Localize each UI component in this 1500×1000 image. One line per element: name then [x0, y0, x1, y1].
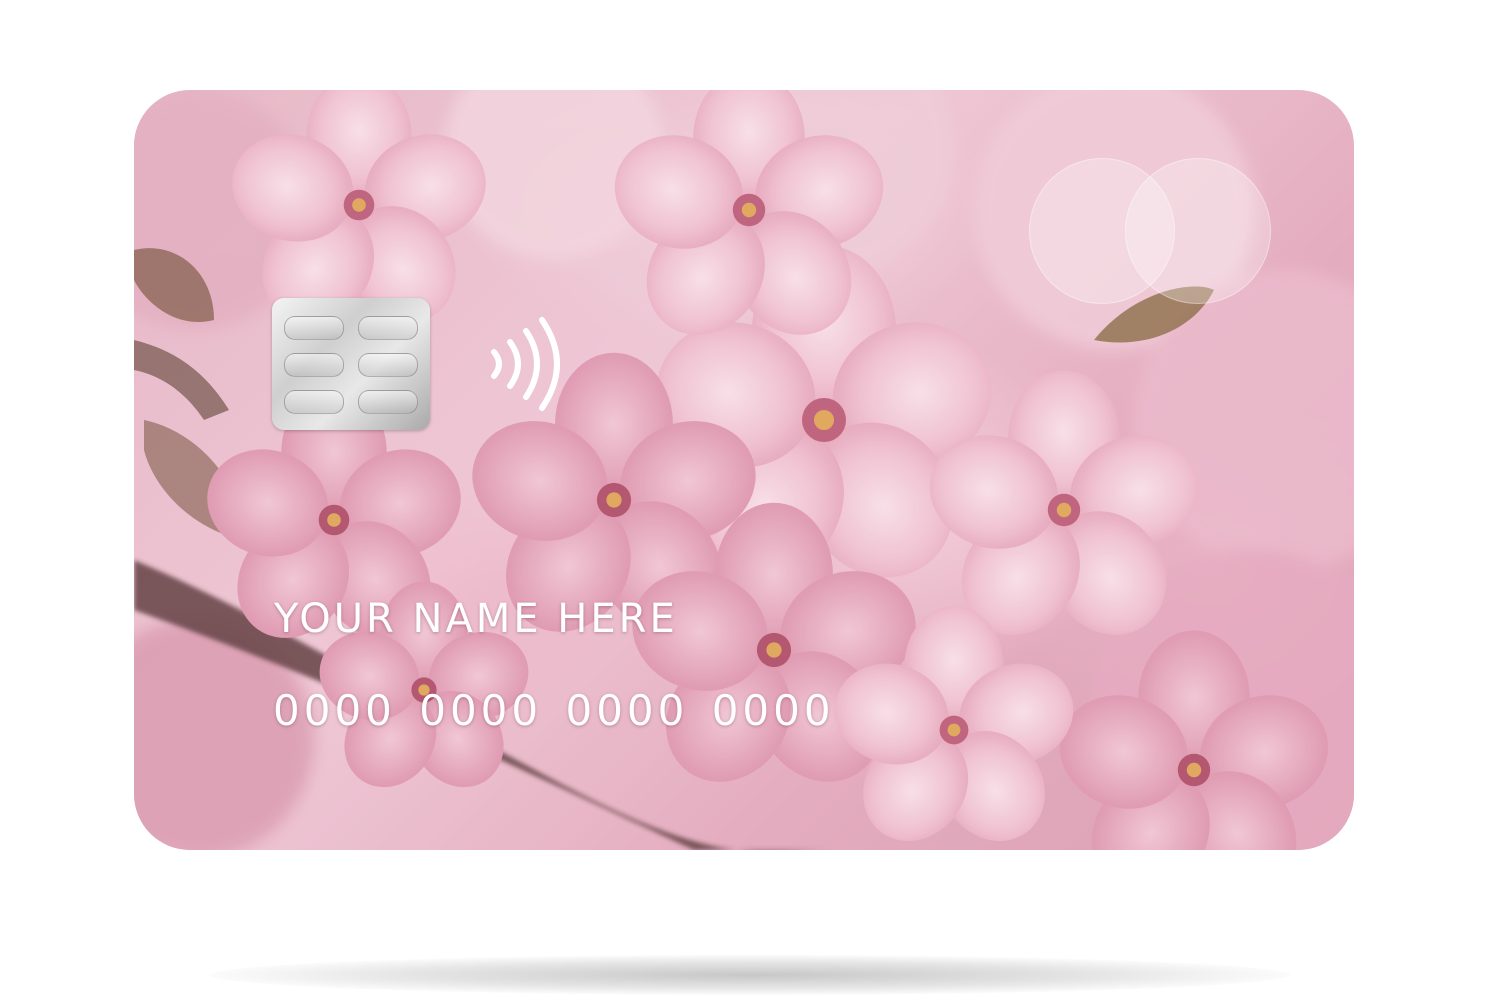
- card-number: 0000 0000 0000 0000: [273, 686, 835, 735]
- credit-card: YOUR NAME HERE 0000 0000 0000 0000: [134, 90, 1354, 850]
- chip-contact-pad: [284, 353, 344, 377]
- chip-icon: [272, 298, 430, 430]
- chip-contact-pad: [284, 316, 344, 340]
- contactless-icon: [491, 317, 560, 411]
- brand-logo-icon: [1029, 158, 1274, 304]
- cardholder-name: YOUR NAME HERE: [274, 596, 678, 642]
- brand-logo-right-circle: [1125, 158, 1271, 304]
- chip-contact-pad: [358, 316, 418, 340]
- chip-contact-pad: [358, 353, 418, 377]
- stage: YOUR NAME HERE 0000 0000 0000 0000: [0, 0, 1500, 1000]
- chip-contact-pad: [284, 390, 344, 414]
- card-shadow: [210, 955, 1290, 995]
- chip-contact-pad: [358, 390, 418, 414]
